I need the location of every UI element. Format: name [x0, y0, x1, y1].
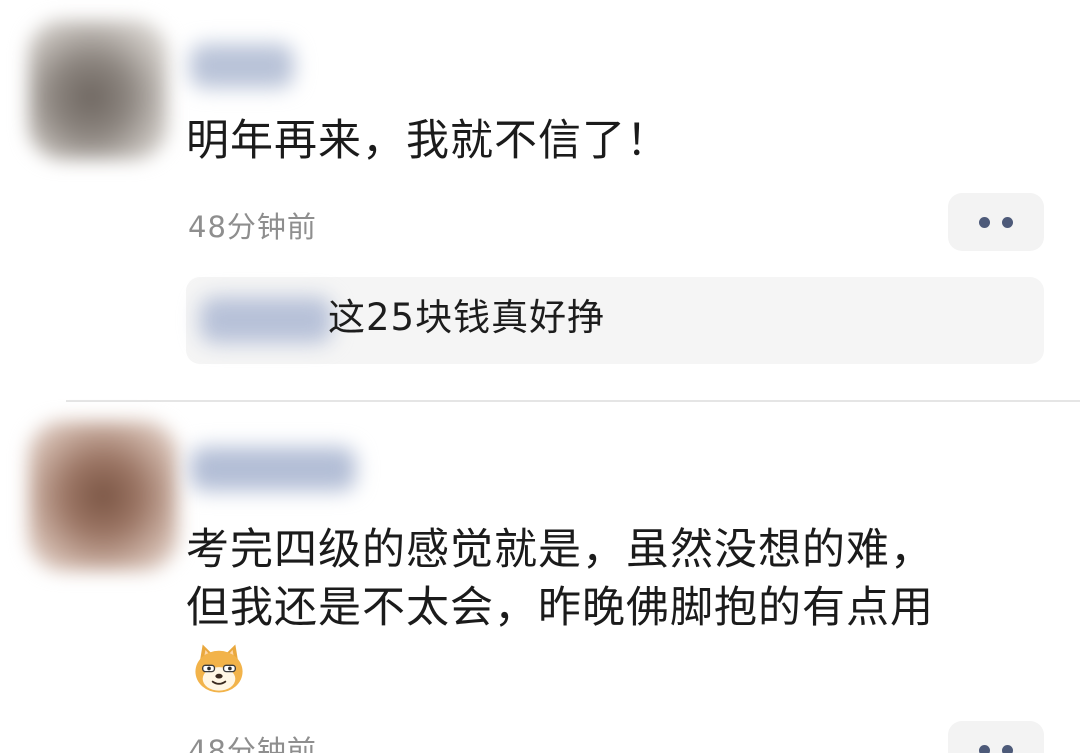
comment-timestamp: 48分钟前: [188, 210, 317, 244]
more-button[interactable]: [948, 721, 1044, 753]
more-dots-icon: [979, 744, 990, 753]
comment-item: 考完四级的感觉就是，虽然没想的难， 但我还是不太会，昨晚佛脚抱的有点用 48分钟…: [0, 403, 1080, 753]
comment-text: 明年再来，我就不信了！: [186, 116, 670, 166]
comment-text-line: 考完四级的感觉就是，虽然没想的难，: [186, 525, 934, 575]
more-dots-icon: [979, 216, 990, 228]
reply-text: 这25块钱真好挣: [328, 296, 606, 339]
more-button[interactable]: [948, 193, 1044, 251]
username-redacted[interactable]: [190, 447, 356, 491]
comment-item: 明年再来，我就不信了！ 48分钟前 这25块钱真好挣: [0, 0, 1080, 400]
comment-timestamp: 48分钟前: [188, 734, 317, 753]
comment-text-line: 但我还是不太会，昨晚佛脚抱的有点用: [186, 583, 934, 633]
username-redacted[interactable]: [190, 44, 294, 88]
reply-username-redacted: [200, 297, 332, 343]
avatar[interactable]: [28, 421, 178, 571]
comment-list: 明年再来，我就不信了！ 48分钟前 这25块钱真好挣 考完四级的感觉就是，虽然没…: [0, 0, 1080, 753]
reply-preview[interactable]: 这25块钱真好挣: [186, 277, 1044, 364]
more-dots-icon: [1002, 216, 1013, 228]
divider: [66, 400, 1080, 402]
more-dots-icon: [1002, 744, 1013, 753]
doge-face-icon: [195, 644, 243, 693]
comment-text: 考完四级的感觉就是，虽然没想的难， 但我还是不太会，昨晚佛脚抱的有点用: [186, 521, 1040, 637]
avatar[interactable]: [28, 20, 168, 160]
